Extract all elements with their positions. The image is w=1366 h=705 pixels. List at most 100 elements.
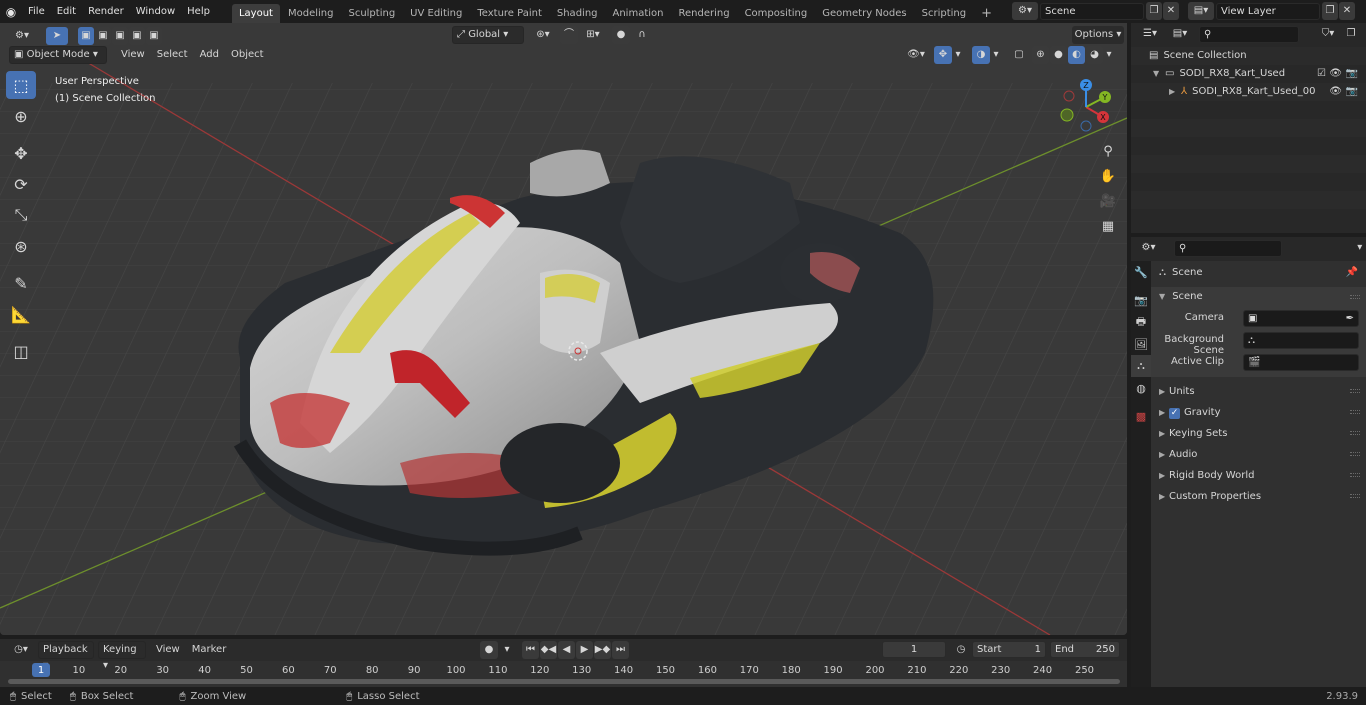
shading-dropdown-icon[interactable]: ▾ — [1103, 46, 1115, 64]
tool-tab-icon[interactable]: 🔧 — [1131, 261, 1151, 283]
play-reverse-icon[interactable]: ◀ — [558, 641, 575, 659]
select-tool-icon[interactable]: ➤ — [46, 27, 68, 45]
expand-custom-properties-icon[interactable]: ▶ — [1159, 486, 1169, 507]
tab-animation[interactable]: Animation — [606, 4, 671, 23]
proportional-edit-icon[interactable]: ● — [612, 26, 630, 44]
tab-texture-paint[interactable]: Texture Paint — [470, 4, 549, 23]
camera-view-icon[interactable]: 🎥 — [1097, 190, 1119, 212]
remove-scene-icon[interactable]: ✕ — [1163, 2, 1179, 20]
expand-rigid-body-icon[interactable]: ▶ — [1159, 465, 1169, 486]
add-cube-tool-icon[interactable]: ◫ — [6, 337, 36, 365]
shading-material-icon[interactable]: ◐ — [1068, 46, 1085, 64]
tab-uv-editing[interactable]: UV Editing — [403, 4, 469, 23]
menu-select[interactable]: Select — [151, 46, 194, 64]
visibility-icon[interactable]: 👁▾ — [902, 46, 930, 64]
menu-file[interactable]: File — [22, 0, 51, 23]
select-mode-subtract-icon[interactable]: ▣ — [112, 27, 128, 45]
gravity-panel-header[interactable]: ▶ ✓ Gravity — [1151, 402, 1366, 423]
texture-tab-icon[interactable]: ▩ — [1131, 405, 1151, 427]
tab-geometry-nodes[interactable]: Geometry Nodes — [815, 4, 913, 23]
menu-edit[interactable]: Edit — [51, 0, 82, 23]
timeline-scrollbar[interactable] — [8, 679, 1120, 684]
display-mode-icon[interactable]: ▤▾ — [1167, 25, 1193, 43]
play-icon[interactable]: ▶ — [576, 641, 593, 659]
tab-layout[interactable]: Layout — [231, 4, 280, 23]
new-collection-icon[interactable]: ❐ — [1343, 25, 1359, 43]
view-layer-name-field[interactable]: View Layer — [1216, 2, 1320, 20]
expand-units-icon[interactable]: ▶ — [1159, 381, 1169, 402]
custom-properties-panel-header[interactable]: ▶ Custom Properties — [1151, 486, 1366, 507]
scene-tab-icon[interactable]: ⛬ — [1131, 355, 1151, 377]
properties-search-input[interactable]: ⚲ — [1174, 239, 1282, 257]
outliner-row-scene-collection[interactable]: ▤ Scene Collection — [1131, 47, 1366, 65]
world-tab-icon[interactable]: ◍ — [1131, 377, 1151, 399]
select-mode-extend-icon[interactable]: ▣ — [95, 27, 111, 45]
overlay-toggle-icon[interactable]: ◑ — [972, 46, 990, 64]
rotate-tool-icon[interactable]: ⟳ — [6, 170, 36, 198]
perspective-toggle-icon[interactable]: ▦ — [1097, 215, 1119, 237]
expand-object-icon[interactable]: ▶ — [1169, 83, 1179, 101]
menu-view[interactable]: View — [115, 46, 151, 64]
xray-toggle-icon[interactable]: ▢ — [1010, 46, 1028, 64]
select-box-tool-icon[interactable]: ⬚ — [6, 71, 36, 99]
new-view-layer-icon[interactable]: ❐ — [1322, 2, 1338, 20]
expand-collection-icon[interactable]: ▼ — [1153, 65, 1163, 83]
tab-modeling[interactable]: Modeling — [281, 4, 341, 23]
start-frame-field[interactable]: Start 1 — [972, 641, 1046, 658]
add-workspace-button[interactable]: + — [974, 4, 999, 23]
annotate-tool-icon[interactable]: ✎ — [6, 269, 36, 297]
gizmo-dropdown-icon[interactable]: ▾ — [952, 46, 964, 64]
options-button[interactable]: Options ▾ — [1072, 26, 1124, 44]
collection-checkbox-icon[interactable]: ☑ — [1317, 65, 1326, 83]
camera-field[interactable]: ▣ ✒ — [1243, 310, 1359, 327]
eyedropper-icon[interactable]: ✒ — [1346, 311, 1354, 326]
current-frame-field[interactable]: 1 — [882, 641, 946, 658]
pivot-point-icon[interactable]: ⊛▾ — [530, 26, 556, 44]
scene-panel-header[interactable]: ▼ Scene — [1151, 287, 1366, 307]
cursor-tool-icon[interactable]: ⊕ — [6, 102, 36, 130]
select-mode-invert-icon[interactable]: ▣ — [129, 27, 145, 45]
view-layer-tab-icon[interactable]: 🖼 — [1131, 333, 1151, 355]
filter-icon[interactable]: ⛉▾ — [1315, 25, 1341, 43]
pan-hand-icon[interactable]: ✋ — [1097, 165, 1119, 187]
pin-icon[interactable]: 📌 — [1346, 267, 1358, 278]
menu-object[interactable]: Object — [225, 46, 270, 64]
blender-logo-icon[interactable]: ◉ — [0, 5, 22, 19]
jump-start-icon[interactable]: ⏮ — [522, 641, 539, 659]
gizmo-toggle-icon[interactable]: ✥ — [934, 46, 952, 64]
transform-tool-icon[interactable]: ⊛ — [6, 232, 36, 260]
snap-toggle-icon[interactable]: ⌒ — [560, 26, 578, 44]
tab-sculpting[interactable]: Sculpting — [341, 4, 402, 23]
menu-render[interactable]: Render — [82, 0, 130, 23]
outliner-row-object[interactable]: ▶ ⅄ SODI_RX8_Kart_Used_00 👁 📷 — [1131, 83, 1366, 101]
shading-wireframe-icon[interactable]: ⊕ — [1032, 46, 1049, 64]
outliner-editor-type-icon[interactable]: ☰▾ — [1137, 25, 1163, 43]
frame-ruler[interactable]: 1 10 20 30 40 50 60 70 80 90 100 110 120 130 140 150 160… — [0, 661, 1127, 687]
view-layer-browse-icon[interactable]: ▤▾ — [1188, 2, 1214, 20]
auto-keying-dropdown-icon[interactable]: ▾ — [500, 641, 514, 659]
shading-rendered-icon[interactable]: ◕ — [1086, 46, 1103, 64]
measure-tool-icon[interactable]: 📐 — [6, 300, 36, 328]
audio-panel-header[interactable]: ▶ Audio — [1151, 444, 1366, 465]
tab-compositing[interactable]: Compositing — [738, 4, 815, 23]
shading-solid-icon[interactable]: ● — [1050, 46, 1067, 64]
gravity-checkbox[interactable]: ✓ — [1169, 408, 1180, 419]
navigation-gizmo[interactable]: X Y Z — [1056, 73, 1118, 135]
next-keyframe-icon[interactable]: ▶◆ — [594, 641, 611, 659]
menu-add[interactable]: Add — [194, 46, 225, 64]
new-scene-icon[interactable]: ❐ — [1146, 2, 1162, 20]
transform-orientation-select[interactable]: ⤢ Global ▾ — [452, 26, 524, 44]
units-panel-header[interactable]: ▶ Units — [1151, 381, 1366, 402]
select-mode-new-icon[interactable]: ▣ — [78, 27, 94, 45]
object-visibility-icon[interactable]: 👁 — [1329, 83, 1342, 101]
remove-view-layer-icon[interactable]: ✕ — [1339, 2, 1355, 20]
scene-browse-icon[interactable]: ⚙▾ — [1012, 2, 1038, 20]
outliner-search-input[interactable]: ⚲ — [1199, 25, 1299, 43]
keying-sets-panel-header[interactable]: ▶ Keying Sets — [1151, 423, 1366, 444]
falloff-icon[interactable]: ∩ — [631, 26, 653, 44]
timeline-editor-type-icon[interactable]: ◷▾ — [8, 641, 34, 659]
collection-visibility-icon[interactable]: 👁 — [1329, 65, 1342, 83]
rigid-body-panel-header[interactable]: ▶ Rigid Body World — [1151, 465, 1366, 486]
expand-gravity-icon[interactable]: ▶ — [1159, 402, 1169, 423]
collapse-scene-panel-icon[interactable]: ▼ — [1159, 287, 1169, 307]
